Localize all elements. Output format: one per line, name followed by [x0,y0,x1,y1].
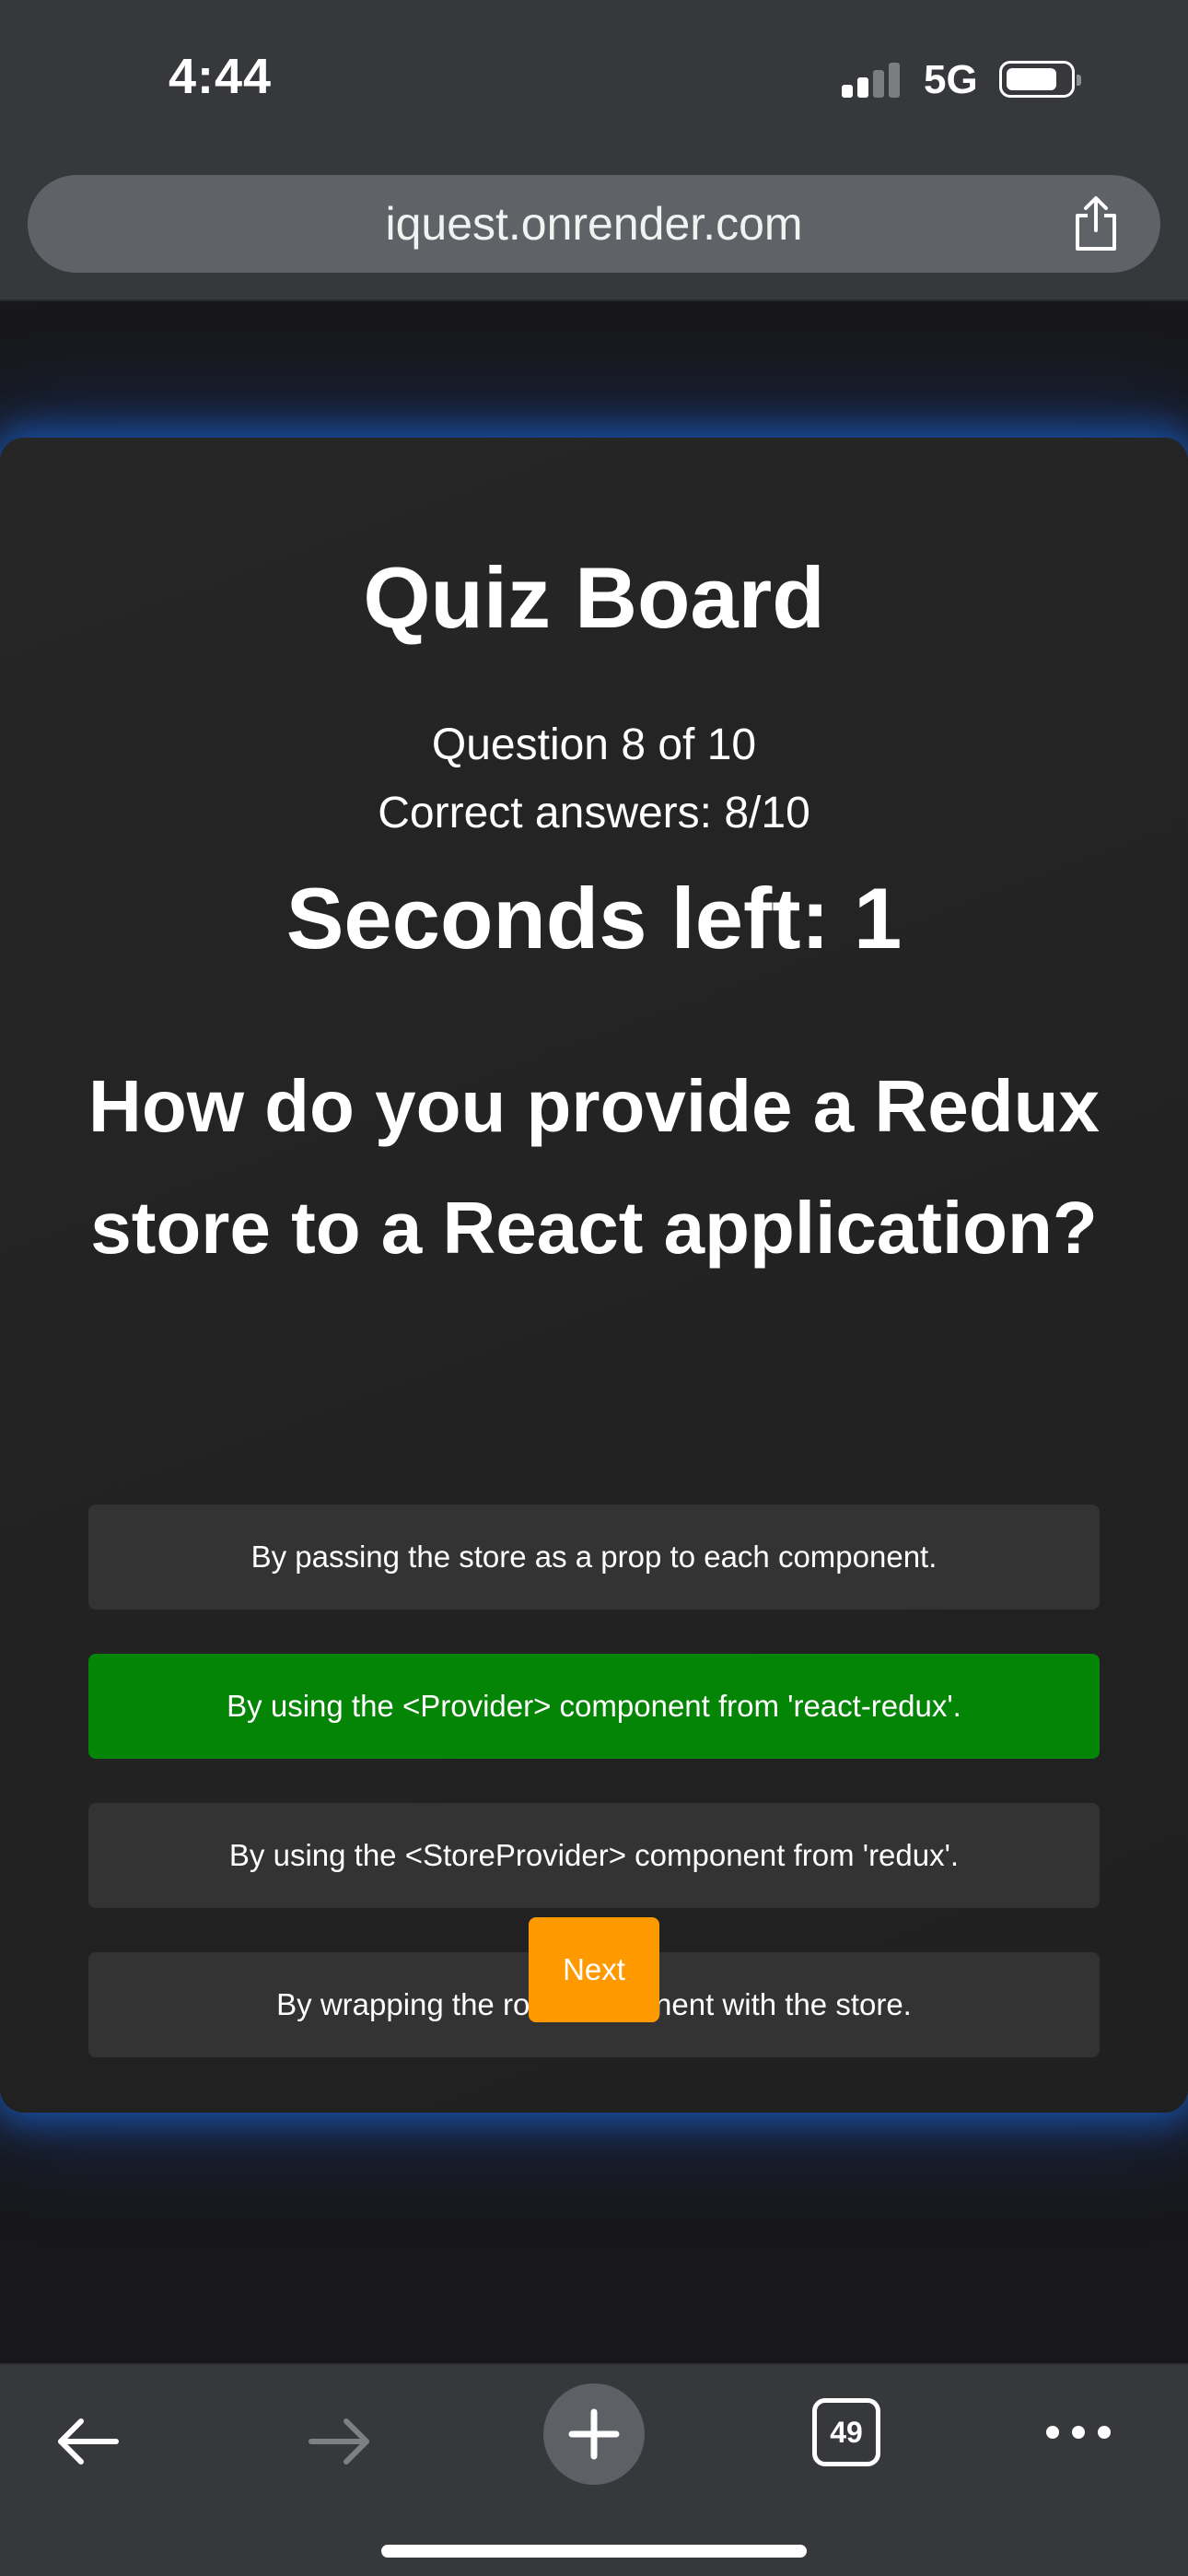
browser-top-chrome: 4:44 5G iquest.onrender.com [0,0,1188,301]
web-page: Quiz Board Question 8 of 10 Correct answ… [0,301,1188,2363]
answer-option-1[interactable]: By passing the store as a prop to each c… [88,1505,1100,1610]
countdown-timer: Seconds left: 1 [285,870,903,966]
network-type: 5G [924,57,978,102]
quiz-title: Quiz Board [363,549,825,646]
next-button[interactable]: Next [529,1917,659,2022]
answer-option-2-correct[interactable]: By using the <Provider> component from '… [88,1654,1100,1759]
quiz-card: Quiz Board Question 8 of 10 Correct answ… [0,438,1188,2113]
question-text: How do you provide a Redux store to a Re… [88,1065,1100,1269]
answer-option-3[interactable]: By using the <StoreProvider> component f… [88,1803,1100,1908]
url-text[interactable]: iquest.onrender.com [28,197,1160,251]
cellular-signal-icon [842,61,903,98]
battery-icon [999,61,1081,98]
correct-answers-count: Correct answers: 8/10 [378,789,810,837]
ellipsis-icon[interactable] [1044,2422,1112,2442]
plus-icon [568,2408,620,2460]
address-bar[interactable]: iquest.onrender.com [28,175,1160,273]
new-tab-button[interactable] [543,2383,645,2485]
question-progress: Question 8 of 10 [431,720,757,769]
arrow-left-icon[interactable] [53,2413,122,2470]
home-indicator[interactable] [381,2545,807,2558]
arrow-right-icon[interactable] [306,2413,374,2470]
share-icon[interactable] [1070,195,1122,252]
tab-switcher-button[interactable]: 49 [812,2398,880,2466]
status-time: 4:44 [169,49,273,104]
